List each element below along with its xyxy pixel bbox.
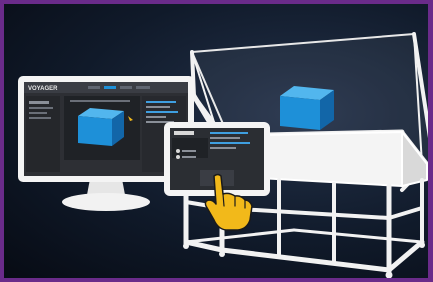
cube-icon (280, 86, 334, 130)
app-brand: VOYAGER (28, 86, 58, 92)
illustration-frame: VOYAGER (0, 0, 433, 282)
illustration-canvas: VOYAGER (18, 32, 428, 278)
